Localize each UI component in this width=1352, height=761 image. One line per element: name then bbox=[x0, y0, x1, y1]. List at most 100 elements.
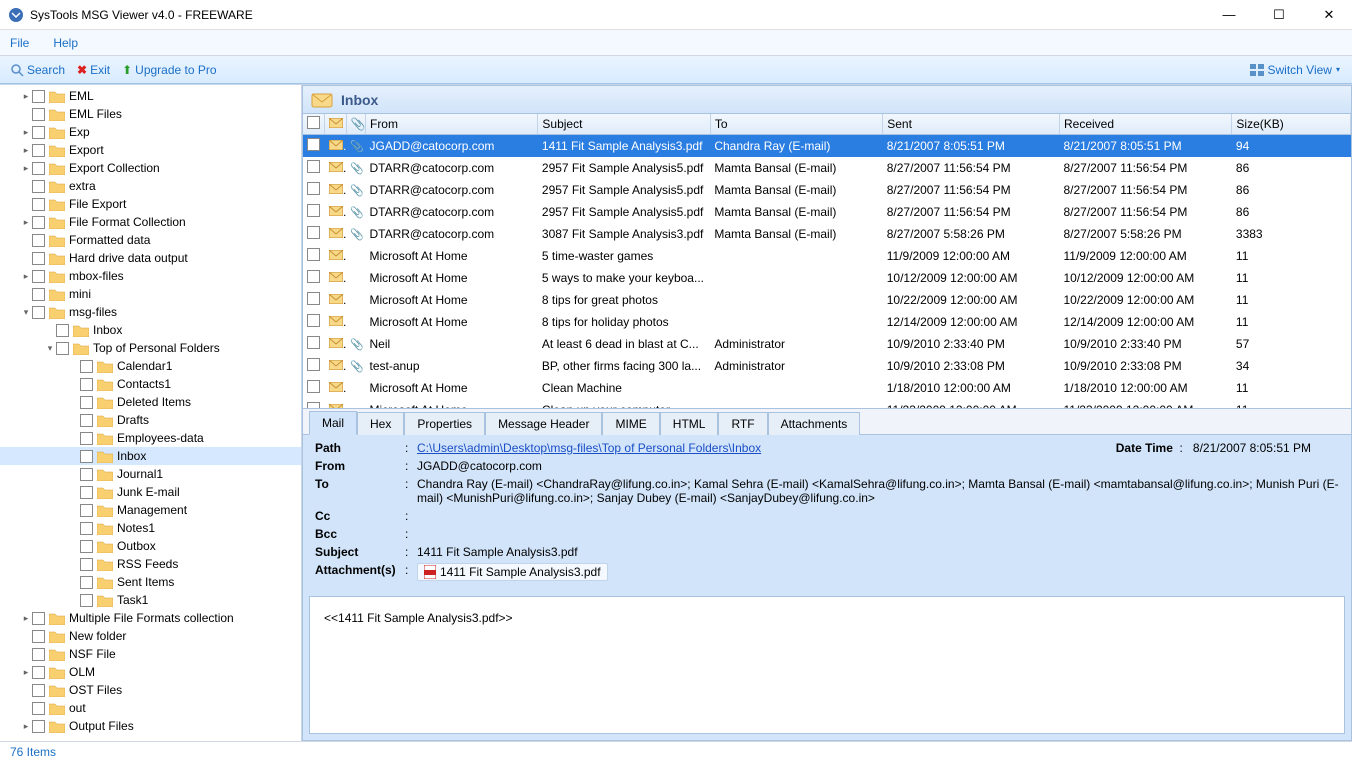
message-row[interactable]: Microsoft At Home8 tips for great photos… bbox=[303, 289, 1351, 311]
column-headers[interactable]: 📎 From Subject To Sent Received Size(KB) bbox=[303, 114, 1351, 135]
menu-help[interactable]: Help bbox=[53, 36, 78, 50]
caret-icon[interactable]: ▸ bbox=[20, 91, 32, 102]
tree-node[interactable]: Task1 bbox=[0, 591, 301, 609]
tree-node[interactable]: EML Files bbox=[0, 105, 301, 123]
tree-checkbox[interactable] bbox=[32, 720, 45, 733]
tree-node[interactable]: Hard drive data output bbox=[0, 249, 301, 267]
row-checkbox[interactable] bbox=[307, 138, 320, 151]
tree-node[interactable]: ▾Top of Personal Folders bbox=[0, 339, 301, 357]
tree-node[interactable]: ▸OLM bbox=[0, 663, 301, 681]
tree-checkbox[interactable] bbox=[32, 648, 45, 661]
detail-tab[interactable]: Hex bbox=[357, 412, 404, 435]
tree-node[interactable]: Deleted Items bbox=[0, 393, 301, 411]
tree-node[interactable]: ▸mbox-files bbox=[0, 267, 301, 285]
caret-icon[interactable]: ▸ bbox=[20, 667, 32, 678]
row-checkbox[interactable] bbox=[307, 248, 320, 261]
tree-node[interactable]: ▸Export bbox=[0, 141, 301, 159]
tree-checkbox[interactable] bbox=[80, 594, 93, 607]
tree-node[interactable]: Inbox bbox=[0, 447, 301, 465]
menu-file[interactable]: File bbox=[10, 36, 29, 50]
row-checkbox[interactable] bbox=[307, 380, 320, 393]
tree-checkbox[interactable] bbox=[32, 630, 45, 643]
tree-checkbox[interactable] bbox=[32, 684, 45, 697]
tree-node[interactable]: ▸Exp bbox=[0, 123, 301, 141]
tree-checkbox[interactable] bbox=[32, 108, 45, 121]
tree-checkbox[interactable] bbox=[80, 414, 93, 427]
detail-tab[interactable]: Mail bbox=[309, 411, 357, 435]
tree-node[interactable]: File Export bbox=[0, 195, 301, 213]
message-row[interactable]: 📎DTARR@catocorp.com3087 Fit Sample Analy… bbox=[303, 223, 1351, 245]
detail-tab[interactable]: MIME bbox=[602, 412, 659, 435]
tree-node[interactable]: Notes1 bbox=[0, 519, 301, 537]
search-button[interactable]: Search bbox=[6, 61, 69, 79]
detail-tab[interactable]: Properties bbox=[404, 412, 485, 435]
tree-node[interactable]: ▸Export Collection bbox=[0, 159, 301, 177]
tree-node[interactable]: Management bbox=[0, 501, 301, 519]
message-list[interactable]: 📎 From Subject To Sent Received Size(KB)… bbox=[303, 114, 1351, 409]
caret-icon[interactable]: ▸ bbox=[20, 271, 32, 282]
row-checkbox[interactable] bbox=[307, 160, 320, 173]
tree-checkbox[interactable] bbox=[80, 396, 93, 409]
tree-checkbox[interactable] bbox=[80, 540, 93, 553]
tree-checkbox[interactable] bbox=[32, 162, 45, 175]
tree-checkbox[interactable] bbox=[32, 216, 45, 229]
message-row[interactable]: Microsoft At Home8 tips for holiday phot… bbox=[303, 311, 1351, 333]
tree-node[interactable]: New folder bbox=[0, 627, 301, 645]
tree-node[interactable]: OST Files bbox=[0, 681, 301, 699]
message-row[interactable]: Microsoft At Home5 ways to make your key… bbox=[303, 267, 1351, 289]
tree-checkbox[interactable] bbox=[32, 234, 45, 247]
tree-checkbox[interactable] bbox=[56, 342, 69, 355]
row-checkbox[interactable] bbox=[307, 270, 320, 283]
tree-node[interactable]: Calendar1 bbox=[0, 357, 301, 375]
caret-icon[interactable]: ▸ bbox=[20, 721, 32, 732]
tree-checkbox[interactable] bbox=[32, 270, 45, 283]
tree-checkbox[interactable] bbox=[80, 558, 93, 571]
tree-node[interactable]: ▸File Format Collection bbox=[0, 213, 301, 231]
tree-checkbox[interactable] bbox=[80, 522, 93, 535]
tree-checkbox[interactable] bbox=[80, 450, 93, 463]
message-preview[interactable]: <<1411 Fit Sample Analysis3.pdf>> bbox=[309, 596, 1345, 734]
tree-node[interactable]: Formatted data bbox=[0, 231, 301, 249]
tree-node[interactable]: Junk E-mail bbox=[0, 483, 301, 501]
message-row[interactable]: Microsoft At HomeClean up your computer1… bbox=[303, 399, 1351, 410]
tree-node[interactable]: out bbox=[0, 699, 301, 717]
tree-node[interactable]: mini bbox=[0, 285, 301, 303]
tree-checkbox[interactable] bbox=[32, 126, 45, 139]
row-checkbox[interactable] bbox=[307, 226, 320, 239]
tree-node[interactable]: RSS Feeds bbox=[0, 555, 301, 573]
tree-checkbox[interactable] bbox=[32, 288, 45, 301]
tree-checkbox[interactable] bbox=[80, 504, 93, 517]
tree-node[interactable]: Sent Items bbox=[0, 573, 301, 591]
row-checkbox[interactable] bbox=[307, 314, 320, 327]
caret-icon[interactable]: ▸ bbox=[20, 217, 32, 228]
detail-tab[interactable]: Attachments bbox=[768, 412, 861, 435]
tree-node[interactable]: ▸Multiple File Formats collection bbox=[0, 609, 301, 627]
col-received[interactable]: Received bbox=[1059, 114, 1231, 135]
row-checkbox[interactable] bbox=[307, 292, 320, 305]
tree-node[interactable]: Journal1 bbox=[0, 465, 301, 483]
header-checkbox[interactable] bbox=[307, 116, 320, 129]
message-row[interactable]: 📎NeilAt least 6 dead in blast at C...Adm… bbox=[303, 333, 1351, 355]
detail-tab[interactable]: RTF bbox=[718, 412, 767, 435]
tree-checkbox[interactable] bbox=[56, 324, 69, 337]
tree-checkbox[interactable] bbox=[32, 702, 45, 715]
tree-checkbox[interactable] bbox=[80, 468, 93, 481]
tree-checkbox[interactable] bbox=[32, 180, 45, 193]
tree-node[interactable]: extra bbox=[0, 177, 301, 195]
tree-checkbox[interactable] bbox=[32, 198, 45, 211]
tree-node[interactable]: ▾msg-files bbox=[0, 303, 301, 321]
close-button[interactable]: ✕ bbox=[1314, 7, 1344, 23]
tree-node[interactable]: Employees-data bbox=[0, 429, 301, 447]
upgrade-button[interactable]: ⬆ Upgrade to Pro bbox=[118, 61, 220, 79]
detail-tab[interactable]: HTML bbox=[660, 412, 719, 435]
folder-tree[interactable]: ▸EMLEML Files▸Exp▸Export▸Export Collecti… bbox=[0, 85, 302, 741]
tree-node[interactable]: ▸Output Files bbox=[0, 717, 301, 735]
detail-tab[interactable]: Message Header bbox=[485, 412, 602, 435]
row-checkbox[interactable] bbox=[307, 358, 320, 371]
exit-button[interactable]: ✖ Exit bbox=[73, 61, 114, 79]
tree-checkbox[interactable] bbox=[32, 612, 45, 625]
message-row[interactable]: 📎test-anupBP, other firms facing 300 la.… bbox=[303, 355, 1351, 377]
tree-node[interactable]: NSF File bbox=[0, 645, 301, 663]
maximize-button[interactable]: ☐ bbox=[1264, 7, 1294, 23]
message-row[interactable]: Microsoft At Home5 time-waster games11/9… bbox=[303, 245, 1351, 267]
